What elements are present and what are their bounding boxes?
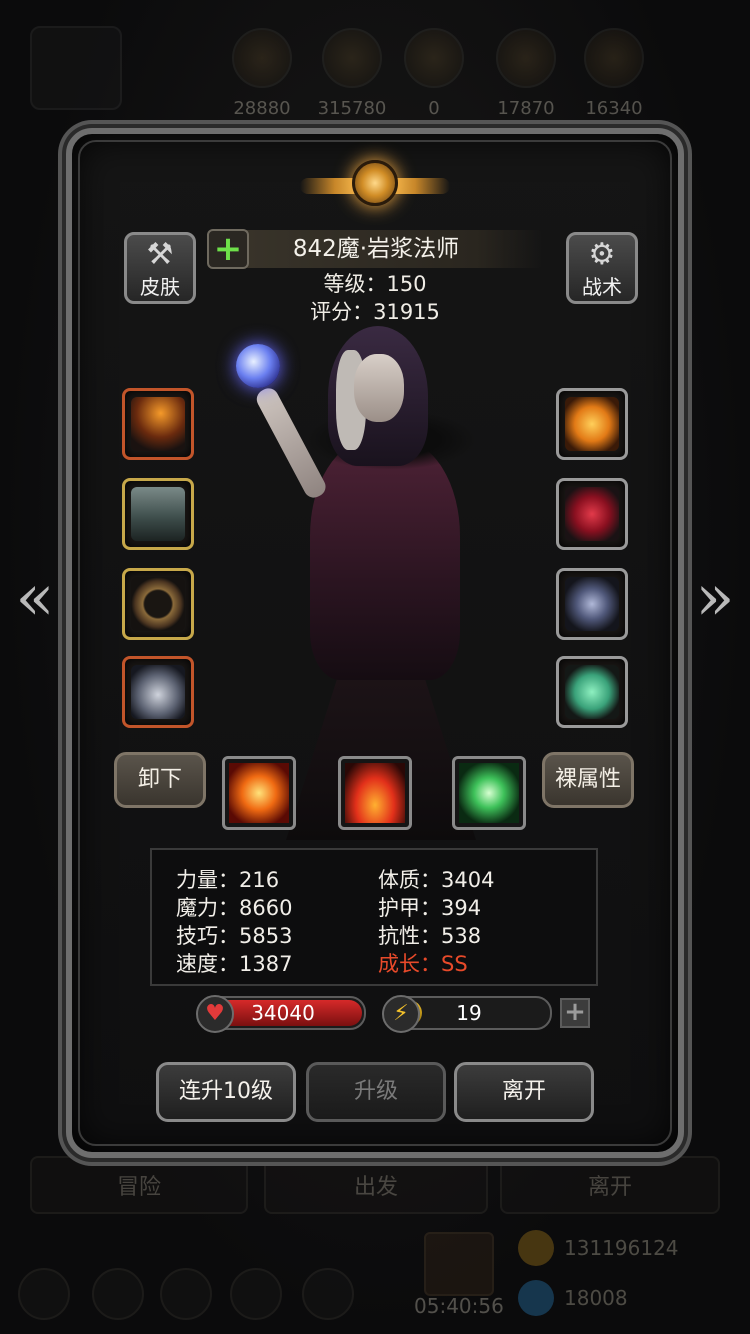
add-energy-button[interactable]: + xyxy=(560,998,590,1028)
resource-row: 28880 315780 0 17870 16340 xyxy=(224,28,654,128)
resource-5: 16340 xyxy=(576,28,652,119)
skill-slot-1[interactable] xyxy=(222,756,296,830)
magic-orb-icon xyxy=(236,344,280,388)
red-orb-icon xyxy=(565,487,619,541)
shirt-icon: ⚒ xyxy=(146,237,174,272)
stats-panel: 力量：216 魔力：8660 技巧：5853 速度：1387 体质：3404 护… xyxy=(150,848,598,986)
stat-constitution: 体质：3404 xyxy=(378,868,495,892)
next-hero-arrow-icon[interactable]: » xyxy=(690,566,740,630)
gold-counter: 131196124 xyxy=(518,1228,728,1268)
energy-bar: 19 ⚡ xyxy=(382,995,552,1033)
resource-4: 17870 xyxy=(488,28,564,119)
stat-resistance: 抗性：538 xyxy=(378,924,482,948)
fire-burst-icon xyxy=(229,763,289,823)
resource-3: 0 xyxy=(396,28,472,119)
add-hero-button[interactable]: + xyxy=(207,229,249,269)
green-gem-icon xyxy=(565,665,619,719)
tab-adventure: 冒险 xyxy=(30,1156,248,1214)
menu-button xyxy=(30,26,122,110)
resource-2: 315780 xyxy=(314,28,390,119)
tab-leave: 离开 xyxy=(500,1156,720,1214)
bottom-icon-5 xyxy=(302,1268,354,1320)
hero-name: 842魔·岩浆法师 xyxy=(292,236,460,262)
crystal-icon xyxy=(496,28,556,88)
ore-icon xyxy=(404,28,464,88)
skill-slot-2[interactable] xyxy=(338,756,412,830)
tactics-button[interactable]: ⚙ 战术 xyxy=(566,232,638,304)
heart-icon: ♥ xyxy=(196,995,234,1033)
panel-emblem xyxy=(300,158,450,218)
gold-icon xyxy=(518,1230,554,1266)
stat-magic: 魔力：8660 xyxy=(176,896,293,920)
crest-icon xyxy=(565,577,619,631)
stat-skill: 技巧：5853 xyxy=(176,924,293,948)
coin-icon xyxy=(232,28,292,88)
flame-amulet-icon xyxy=(565,397,619,451)
equip-slot-ring[interactable] xyxy=(122,568,194,640)
bread-icon xyxy=(322,28,382,88)
emblem-gem-icon xyxy=(352,160,398,206)
equip-slot-staff[interactable] xyxy=(122,388,194,460)
prev-hero-arrow-icon[interactable]: « xyxy=(10,566,60,630)
tab-depart: 出发 xyxy=(264,1156,488,1214)
stat-speed: 速度：1387 xyxy=(176,952,293,976)
gift-icon xyxy=(424,1232,494,1296)
hp-bar: 34040 ♥ xyxy=(196,995,366,1033)
gem-counter: 18008 xyxy=(518,1278,728,1318)
staff-icon xyxy=(131,397,185,451)
unequip-button[interactable]: 卸下 xyxy=(114,752,206,808)
equip-slot-orb[interactable] xyxy=(556,478,628,550)
level-up-10-button[interactable]: 连升10级 xyxy=(156,1062,296,1122)
stat-growth: 成长：SS xyxy=(378,952,468,976)
stat-armor: 护甲：394 xyxy=(378,896,482,920)
flame-wall-icon xyxy=(345,763,405,823)
bottom-icon-1 xyxy=(18,1268,70,1320)
skill-slot-3[interactable] xyxy=(452,756,526,830)
gem-icon xyxy=(518,1280,554,1316)
robe-icon xyxy=(131,487,185,541)
base-stats-button[interactable]: 裸属性 xyxy=(542,752,634,808)
level-up-button[interactable]: 升级 xyxy=(306,1062,446,1122)
timer: 05:40:56 xyxy=(414,1294,504,1318)
equip-slot-crest[interactable] xyxy=(556,568,628,640)
hero-level: 等级：150 xyxy=(323,272,427,296)
hero-body xyxy=(310,440,460,680)
equip-slot-robe[interactable] xyxy=(122,478,194,550)
equip-slot-amulet[interactable] xyxy=(556,388,628,460)
stone-icon xyxy=(584,28,644,88)
leave-button[interactable]: 离开 xyxy=(454,1062,594,1122)
ring-icon xyxy=(131,577,185,631)
equip-slot-helm[interactable] xyxy=(122,656,194,728)
equip-slot-gem[interactable] xyxy=(556,656,628,728)
stat-strength: 力量：216 xyxy=(176,868,280,892)
bottom-icon-3 xyxy=(160,1268,212,1320)
gear-icon: ⚙ xyxy=(588,237,616,272)
bottom-icon-2 xyxy=(92,1268,144,1320)
skin-button[interactable]: ⚒ 皮肤 xyxy=(124,232,196,304)
bottom-icon-4 xyxy=(230,1268,282,1320)
hero-face xyxy=(354,354,404,422)
lightning-icon: ⚡ xyxy=(382,995,420,1033)
dragon-helm-icon xyxy=(131,665,185,719)
resource-1: 28880 xyxy=(224,28,300,119)
green-light-icon xyxy=(459,763,519,823)
